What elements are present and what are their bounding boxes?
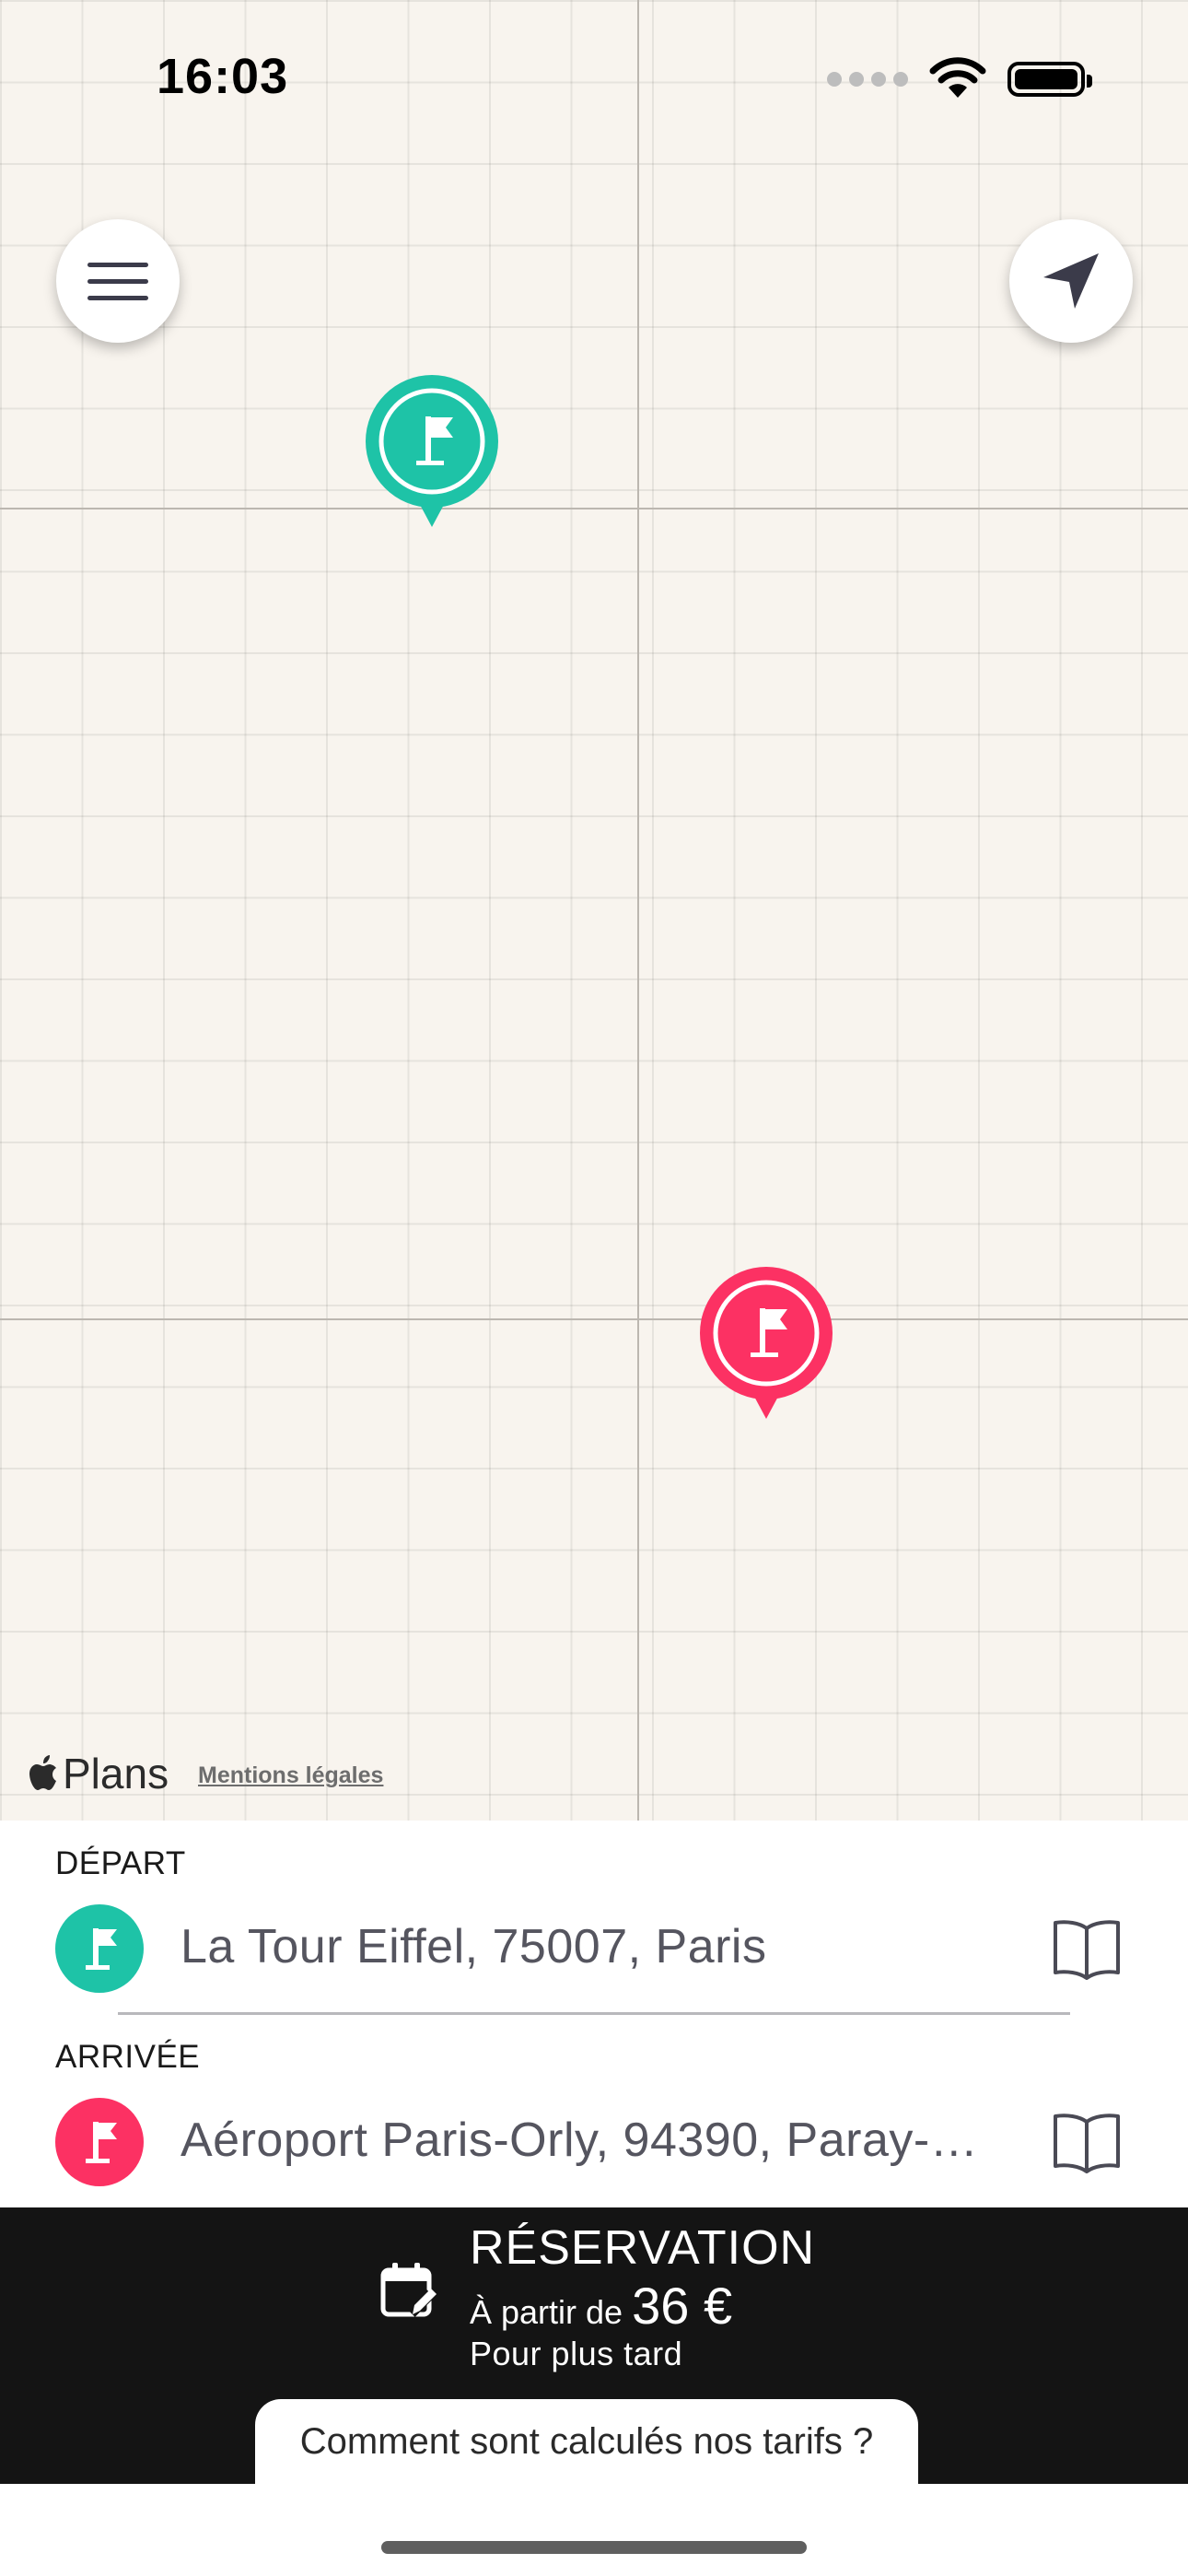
- map-road: [0, 1318, 1188, 1320]
- status-indicators: [827, 57, 1092, 101]
- apple-plans-attribution: Plans: [28, 1749, 169, 1798]
- price-amount: 36 €: [632, 2277, 733, 2335]
- map-road: [637, 0, 639, 1821]
- departure-flag-badge: [55, 1904, 144, 1993]
- hamburger-icon: [87, 251, 148, 312]
- flag-icon: [366, 375, 498, 527]
- arrival-address-field[interactable]: Aéroport Paris-Orly, 94390, Paray-Vieill…: [181, 2113, 1000, 2168]
- wifi-icon: [929, 57, 986, 98]
- cellular-signal-icon: [827, 72, 908, 87]
- open-book-icon: [1054, 2113, 1120, 2173]
- flag-icon: [86, 2122, 117, 2163]
- battery-icon: [1007, 62, 1092, 97]
- arrival-map-pin[interactable]: [699, 1266, 833, 1423]
- flag-icon: [86, 1928, 117, 1970]
- address-divider: [118, 2012, 1070, 2015]
- menu-button[interactable]: [56, 219, 180, 343]
- reservation-title: RÉSERVATION: [470, 2221, 816, 2275]
- tariff-info-label: Comment sont calculés nos tarifs ?: [299, 2420, 874, 2462]
- plans-brand-text: Plans: [63, 1750, 169, 1797]
- calendar-edit-icon: [380, 2263, 437, 2317]
- legal-mentions-link[interactable]: Mentions légales: [198, 1762, 383, 1789]
- arrival-flag-badge: [55, 2098, 144, 2186]
- map-road: [0, 508, 1188, 509]
- arrival-address-book-button[interactable]: [1052, 2109, 1122, 2173]
- app-screen: Plans Mentions légales 16:03 DÉPART La T…: [0, 0, 1188, 2576]
- status-time: 16:03: [157, 49, 289, 104]
- locate-me-button[interactable]: [1009, 219, 1133, 343]
- open-book-icon: [1054, 1920, 1120, 1980]
- reservation-subtitle: Pour plus tard: [470, 2335, 683, 2372]
- tariff-info-button[interactable]: Comment sont calculés nos tarifs ?: [255, 2399, 918, 2484]
- departure-address-book-button[interactable]: [1052, 1915, 1122, 1980]
- price-prefix: À partir de: [470, 2293, 623, 2331]
- departure-address-field[interactable]: La Tour Eiffel, 75007, Paris: [181, 1919, 1009, 1974]
- arrival-label: ARRIVÉE: [55, 2039, 201, 2075]
- home-indicator[interactable]: [381, 2541, 807, 2554]
- apple-logo-icon: [29, 1755, 56, 1790]
- departure-map-pin[interactable]: [365, 374, 499, 531]
- flag-icon: [700, 1267, 833, 1419]
- navigation-arrow-icon: [1043, 253, 1099, 309]
- departure-label: DÉPART: [55, 1845, 186, 1881]
- reservation-price: À partir de 36 €: [470, 2276, 732, 2336]
